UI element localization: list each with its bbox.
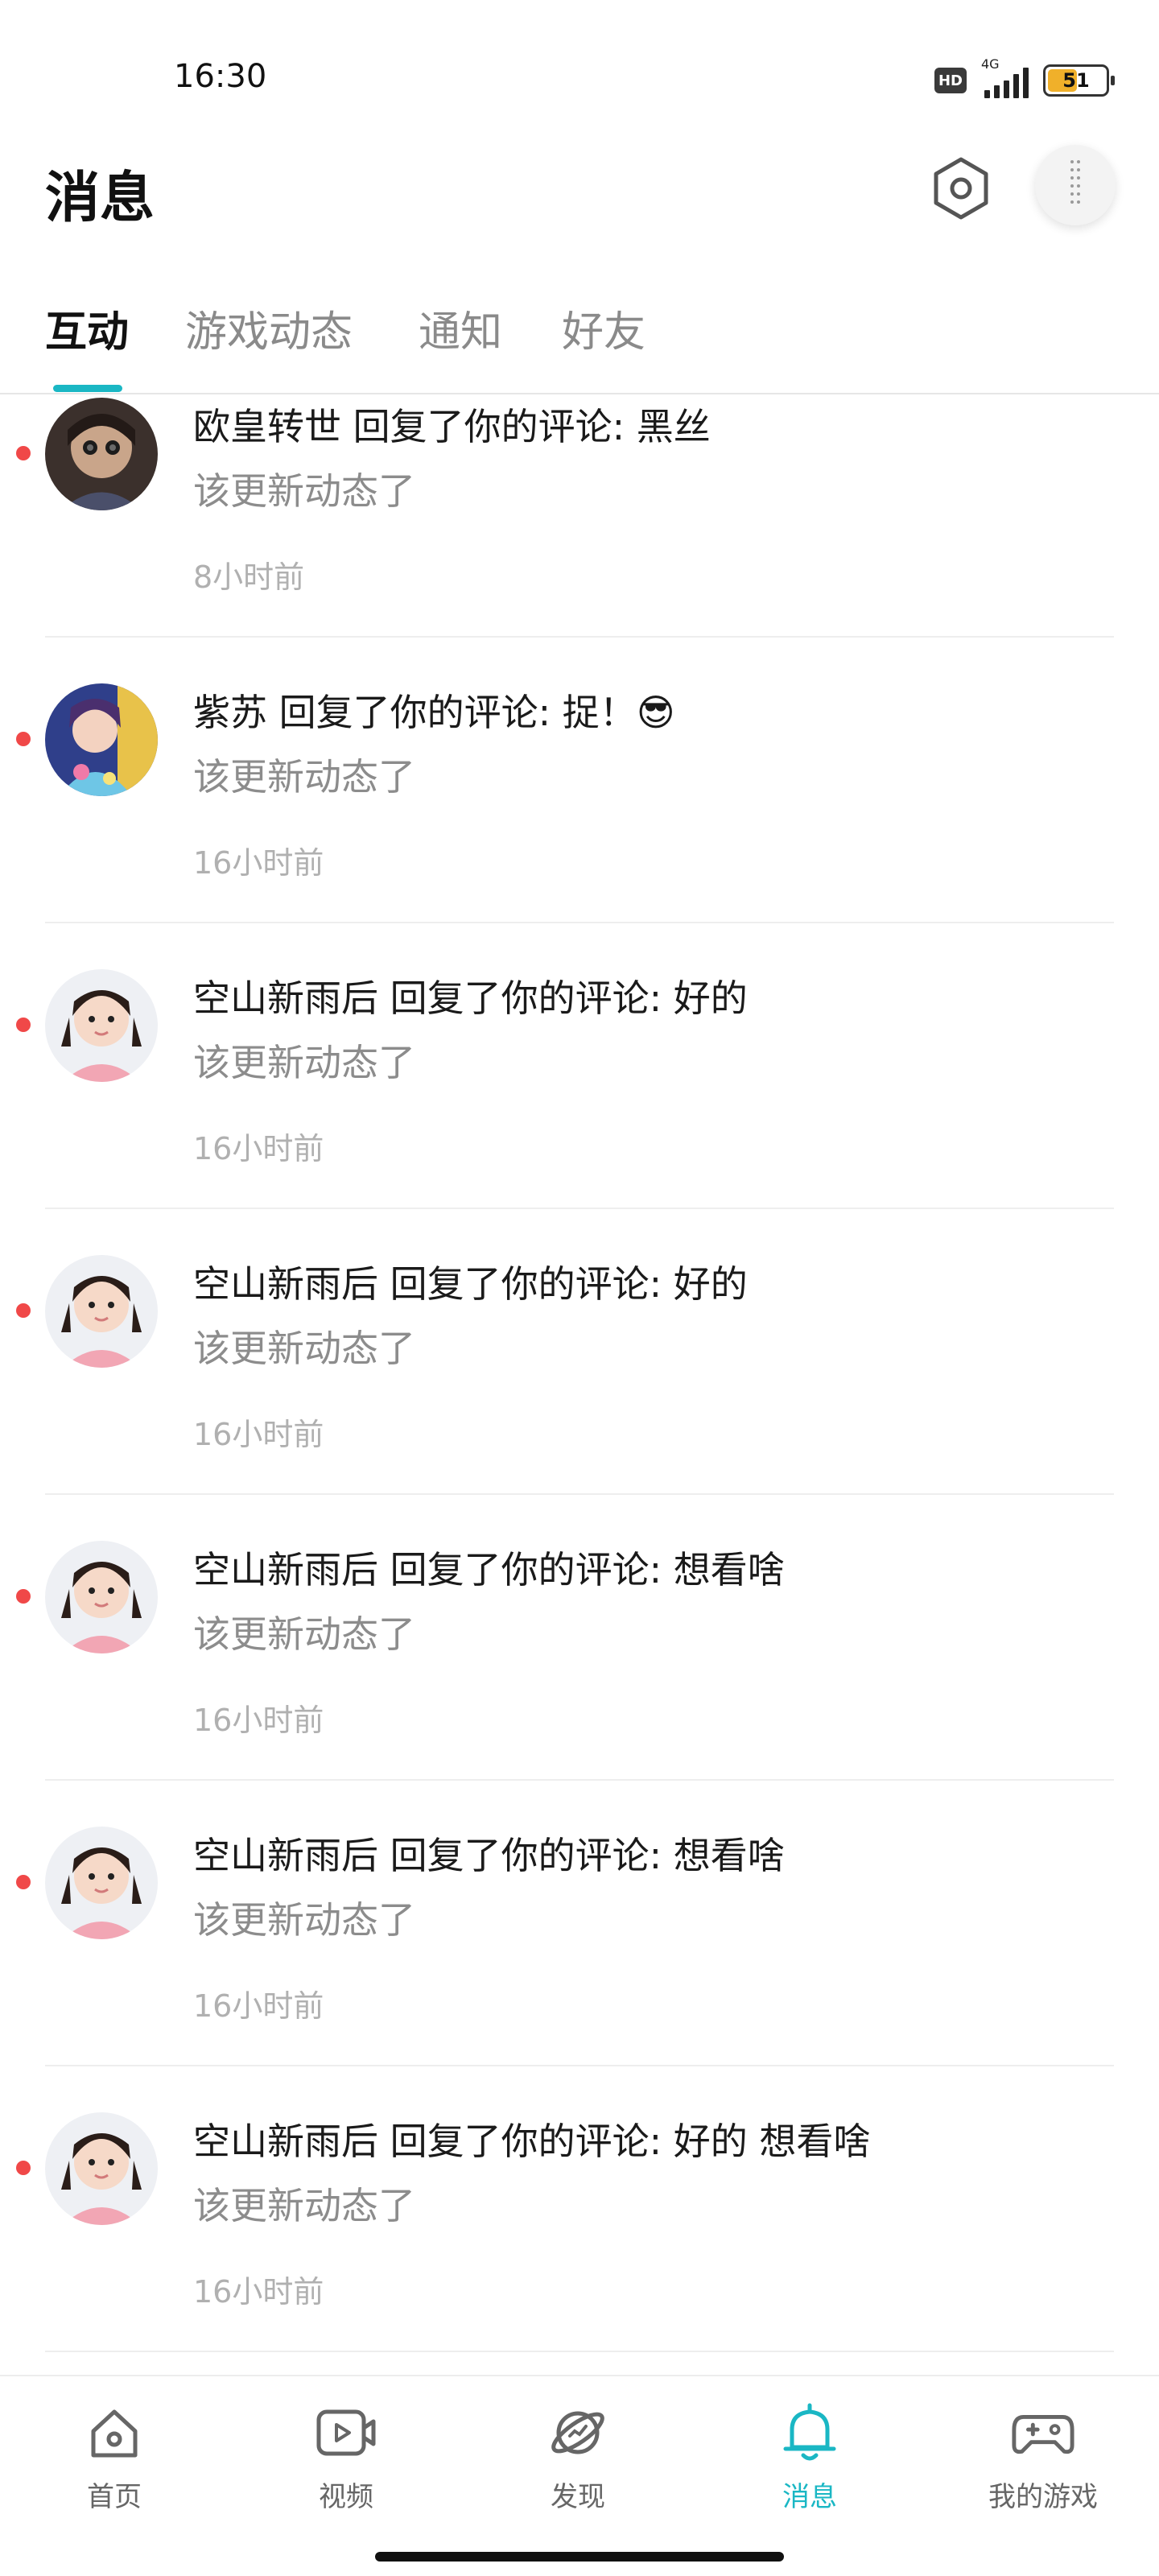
tab-game-updates[interactable]: 游戏动态 (185, 298, 353, 358)
message-list: 欧皇转世 回复了你的评论: 黑丝 该更新动态了 8小时前 紫苏 回复了你的评论:… (0, 394, 1159, 2375)
message-title: 空山新雨后 回复了你的评论: 想看啥 (193, 1834, 785, 1877)
page-title: 消息 (45, 167, 155, 230)
message-subtitle: 该更新动态了 (193, 1327, 415, 1370)
nav-messages[interactable]: 消息 (729, 2376, 890, 2529)
home-indicator[interactable] (375, 2552, 784, 2562)
message-item[interactable]: 空山新雨后 回复了你的评论: 好的 该更新动态了 16小时前 (0, 1252, 1159, 1538)
divider (45, 2351, 1114, 2352)
avatar[interactable] (45, 1827, 158, 1939)
bottom-navigation: 首页 视频 发现 消息 我的游戏 (0, 2375, 1159, 2528)
avatar[interactable] (45, 398, 158, 510)
divider (45, 1208, 1114, 1209)
bell-icon (783, 2403, 836, 2461)
vertical-dots-icon (1070, 160, 1080, 204)
unread-dot (16, 446, 31, 460)
unread-dot (16, 1303, 31, 1318)
avatar[interactable] (45, 1255, 158, 1368)
status-time: 16:30 (174, 58, 267, 95)
message-time: 16小时前 (193, 1417, 324, 1452)
settings-button[interactable] (924, 151, 998, 225)
message-title: 紫苏 回复了你的评论: 捉！😎 (193, 691, 675, 734)
more-button[interactable] (1035, 145, 1116, 225)
divider (45, 922, 1114, 923)
child-avatar (45, 1541, 158, 1653)
child-avatar (45, 969, 158, 1082)
unread-dot (16, 1018, 31, 1032)
message-time: 16小时前 (193, 1131, 324, 1166)
nav-discover[interactable]: 发现 (497, 2376, 658, 2529)
messages-page: 16:30 HD 4G 51 消息 互动 游戏动态 通知 好友 欧皇转世 回复了… (0, 0, 1159, 2576)
message-subtitle: 该更新动态了 (193, 469, 415, 513)
unread-dot (16, 2161, 31, 2175)
tab-notifications[interactable]: 通知 (419, 298, 502, 358)
battery-icon: 51 (1043, 64, 1115, 97)
unread-dot (16, 1875, 31, 1889)
message-subtitle: 该更新动态了 (193, 1612, 415, 1656)
message-subtitle: 该更新动态了 (193, 2184, 415, 2227)
planet-icon (551, 2411, 604, 2454)
hexagon-settings-icon (934, 157, 988, 220)
home-icon (91, 2409, 138, 2458)
nav-video[interactable]: 视频 (266, 2376, 427, 2529)
avatar[interactable] (45, 2112, 158, 2225)
message-time: 16小时前 (193, 1703, 324, 1738)
signal-icon: 4G (981, 56, 1029, 98)
nav-my-games[interactable]: 我的游戏 (963, 2376, 1124, 2529)
nav-label: 视频 (319, 2481, 373, 2513)
message-subtitle: 该更新动态了 (193, 755, 415, 799)
divider (45, 1493, 1114, 1495)
message-time: 16小时前 (193, 1988, 324, 2024)
avatar[interactable] (45, 683, 158, 796)
message-time: 8小时前 (193, 559, 305, 595)
nav-label: 我的游戏 (988, 2481, 1098, 2513)
nav-home[interactable]: 首页 (34, 2376, 195, 2529)
tab-bar: 互动 游戏动态 通知 好友 (0, 298, 1159, 394)
video-icon (316, 2409, 376, 2456)
divider (45, 2065, 1114, 2066)
message-item[interactable]: 空山新雨后 回复了你的评论: 想看啥 该更新动态了 16小时前 (0, 1538, 1159, 1823)
message-subtitle: 该更新动态了 (193, 1041, 415, 1084)
message-title: 空山新雨后 回复了你的评论: 好的 (193, 1262, 748, 1306)
avatar[interactable] (45, 969, 158, 1082)
message-title: 欧皇转世 回复了你的评论: 黑丝 (193, 405, 711, 448)
colorful-avatar (45, 683, 158, 796)
tab-friends[interactable]: 好友 (562, 298, 645, 358)
nav-label: 消息 (782, 2481, 837, 2513)
divider (45, 1779, 1114, 1781)
nav-label: 首页 (87, 2481, 142, 2513)
child-avatar (45, 2112, 158, 2225)
active-tab-indicator (53, 385, 122, 392)
avatar[interactable] (45, 1541, 158, 1653)
network-type: 4G (981, 56, 1000, 72)
message-subtitle: 该更新动态了 (193, 1898, 415, 1942)
child-avatar (45, 1827, 158, 1939)
dark-avatar (45, 398, 158, 510)
message-time: 16小时前 (193, 845, 324, 881)
divider (45, 636, 1114, 638)
status-icons: HD 4G 51 (934, 56, 1115, 103)
unread-dot (16, 732, 31, 746)
tab-interaction[interactable]: 互动 (45, 298, 129, 358)
message-item[interactable]: 欧皇转世 回复了你的评论: 黑丝 该更新动态了 8小时前 (0, 394, 1159, 680)
gamepad-icon (1012, 2415, 1074, 2454)
message-title: 空山新雨后 回复了你的评论: 想看啥 (193, 1548, 785, 1591)
nav-label: 发现 (551, 2481, 605, 2513)
message-item[interactable]: 空山新雨后 回复了你的评论: 好的 想看啥 该更新动态了 16小时前 (0, 2109, 1159, 2375)
message-item[interactable]: 空山新雨后 回复了你的评论: 好的 该更新动态了 16小时前 (0, 966, 1159, 1252)
message-item[interactable]: 紫苏 回复了你的评论: 捉！😎 该更新动态了 16小时前 (0, 680, 1159, 966)
battery-percent: 51 (1062, 69, 1090, 92)
message-title: 空山新雨后 回复了你的评论: 好的 想看啥 (193, 2120, 871, 2163)
status-bar: 16:30 HD 4G 51 (0, 0, 1159, 153)
message-title: 空山新雨后 回复了你的评论: 好的 (193, 976, 748, 1020)
hd-icon: HD (934, 68, 967, 93)
message-item[interactable]: 空山新雨后 回复了你的评论: 想看啥 该更新动态了 16小时前 (0, 1823, 1159, 2109)
unread-dot (16, 1589, 31, 1604)
message-time: 16小时前 (193, 2274, 324, 2310)
child-avatar (45, 1255, 158, 1368)
